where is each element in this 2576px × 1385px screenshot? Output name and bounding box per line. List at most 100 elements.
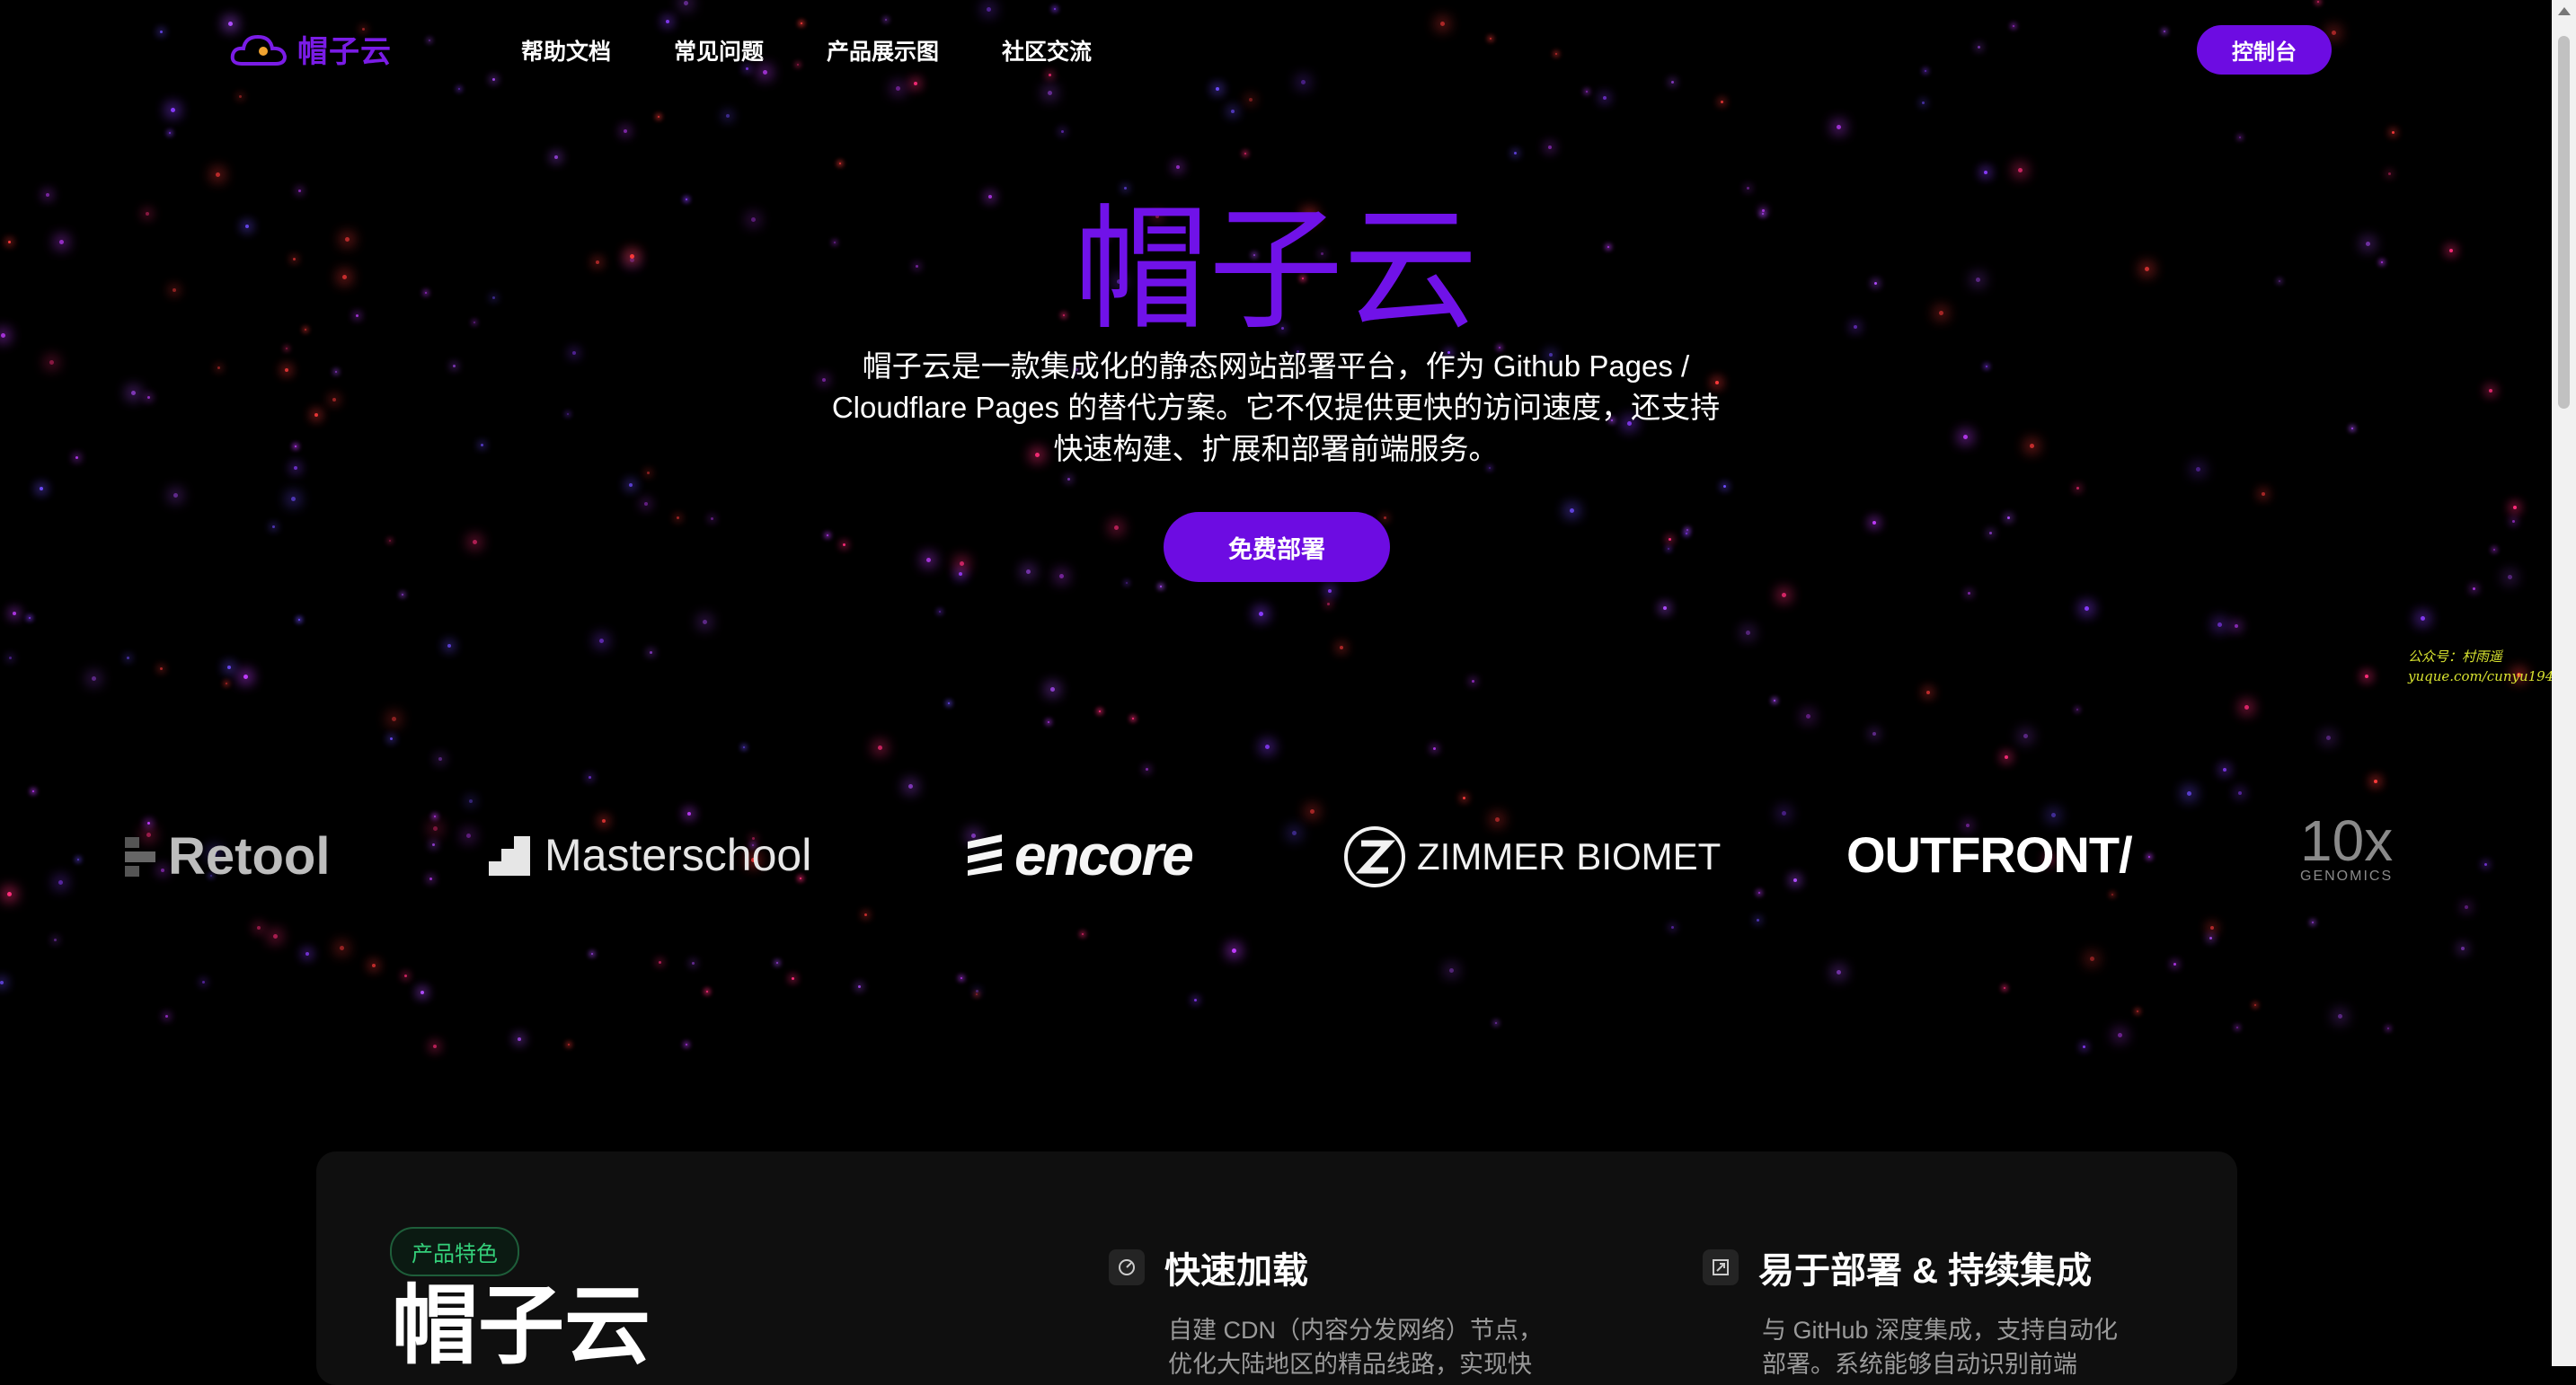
star-particle xyxy=(171,108,175,112)
star-particle xyxy=(1968,592,1970,595)
star-particle xyxy=(1433,747,1436,750)
star-particle xyxy=(948,702,950,704)
star-particle xyxy=(864,913,867,916)
page-scrollbar[interactable] xyxy=(2552,0,2576,1366)
star-particle xyxy=(160,667,163,670)
star-particle xyxy=(591,953,593,955)
star-particle xyxy=(2137,1010,2138,1012)
star-particle xyxy=(939,611,941,613)
star-particle xyxy=(2421,616,2425,621)
star-particle xyxy=(1872,732,1876,736)
star-particle xyxy=(2085,606,2089,611)
star-particle xyxy=(305,952,309,956)
star-particle xyxy=(202,981,205,984)
star-particle xyxy=(1668,548,1669,550)
star-particle xyxy=(703,620,707,624)
star-particle xyxy=(2187,791,2191,796)
scroll-up-arrow-icon[interactable] xyxy=(2558,7,2571,15)
zimmer-z-icon xyxy=(1344,826,1405,887)
star-particle xyxy=(2018,168,2023,172)
star-particle xyxy=(599,639,604,643)
star-particle xyxy=(776,962,778,964)
star-particle xyxy=(792,977,794,980)
star-particle xyxy=(298,619,300,621)
gauge-icon xyxy=(1109,1249,1145,1285)
star-particle xyxy=(1026,569,1031,574)
star-particle xyxy=(589,776,591,779)
free-deploy-button[interactable]: 免费部署 xyxy=(1164,512,1390,582)
star-particle xyxy=(2244,705,2249,710)
feature-easy-deploy: 易于部署 & 持续集成 与 GitHub 深度集成，支持自动化部署。系统能够自动… xyxy=(1703,1241,2206,1381)
star-particle xyxy=(624,129,627,133)
watermark-line-2: yuque.com/cunyu1943 xyxy=(2408,668,2563,684)
star-particle xyxy=(858,985,861,988)
star-particle xyxy=(2005,755,2008,759)
star-particle xyxy=(1449,968,1454,973)
star-particle xyxy=(2473,587,2475,590)
star-particle xyxy=(1146,768,1148,771)
nav-link-docs[interactable]: 帮助文档 xyxy=(521,34,611,66)
star-particle xyxy=(1984,171,1987,174)
star-particle xyxy=(976,990,978,992)
zimmer-biomet-logo: ZIMMER BIOMET xyxy=(1343,825,1721,888)
star-particle xyxy=(173,493,178,498)
star-particle xyxy=(2030,444,2034,448)
star-particle xyxy=(686,1044,687,1045)
zimmer-wordmark: ZIMMER BIOMET xyxy=(1417,835,1722,878)
star-particle xyxy=(2217,622,2222,627)
star-particle xyxy=(298,190,301,192)
star-particle xyxy=(147,396,150,399)
hero-description: 帽子云是一款集成化的静态网站部署平台，作为 Github Pages / Clo… xyxy=(831,349,1721,465)
star-particle xyxy=(32,790,34,792)
star-particle xyxy=(314,413,318,417)
star-particle xyxy=(1570,508,1574,513)
star-particle xyxy=(447,644,451,648)
encore-wordmark: encore xyxy=(1014,823,1194,887)
star-particle xyxy=(2083,1045,2085,1048)
star-particle xyxy=(243,675,248,679)
star-particle xyxy=(1721,101,1723,103)
star-particle xyxy=(2238,791,2242,795)
star-particle xyxy=(843,543,845,546)
star-particle xyxy=(2254,1004,2256,1006)
star-particle xyxy=(650,651,652,654)
star-particle xyxy=(2508,575,2512,579)
genomics-wordmark: GENOMICS xyxy=(2300,869,2394,884)
star-particle xyxy=(1922,101,1925,104)
star-particle xyxy=(49,360,54,365)
star-particle xyxy=(2392,131,2395,134)
features-heading: 帽子云 xyxy=(392,1278,651,1374)
masterschool-mark-icon xyxy=(489,836,530,876)
scrollbar-thumb[interactable] xyxy=(2558,36,2570,409)
star-particle xyxy=(29,617,31,619)
star-particle xyxy=(1963,435,1968,439)
star-particle xyxy=(1774,700,1775,701)
feature-description: 与 GitHub 深度集成，支持自动化部署。系统能够自动识别前端 xyxy=(1762,1317,2119,1378)
star-particle xyxy=(2365,675,2368,678)
star-particle xyxy=(1067,478,1070,481)
star-particle xyxy=(1384,516,1386,519)
nav-link-showcase[interactable]: 产品展示图 xyxy=(827,34,939,66)
star-particle xyxy=(1472,680,1474,683)
outfront-wordmark: OUTFRONT/ xyxy=(1846,826,2133,883)
star-particle xyxy=(554,155,558,159)
star-particle xyxy=(1132,718,1134,719)
star-particle xyxy=(1746,631,1750,635)
10x-wordmark: 10x xyxy=(2300,808,2394,873)
feature-title: 易于部署 & 持续集成 xyxy=(1758,1251,2093,1291)
star-particle xyxy=(2196,467,2200,472)
nav-link-faq[interactable]: 常见问题 xyxy=(674,34,764,66)
star-particle xyxy=(127,657,129,659)
nav-link-community[interactable]: 社区交流 xyxy=(1002,34,1092,66)
retool-mark-icon xyxy=(125,836,155,877)
star-particle xyxy=(390,737,393,740)
logo[interactable]: 帽子云 xyxy=(229,27,392,71)
features-card: 产品特色 帽子云 快速加载 自建 CDN（内容分发网络）节点，优化大陆地区的精品… xyxy=(316,1151,2237,1385)
star-particle xyxy=(453,365,456,367)
star-particle xyxy=(1671,926,1674,929)
star-particle xyxy=(2461,947,2465,950)
star-particle xyxy=(2004,987,2005,989)
console-button[interactable]: 控制台 xyxy=(2197,25,2332,75)
star-particle xyxy=(2387,1028,2389,1029)
star-particle xyxy=(827,534,828,536)
